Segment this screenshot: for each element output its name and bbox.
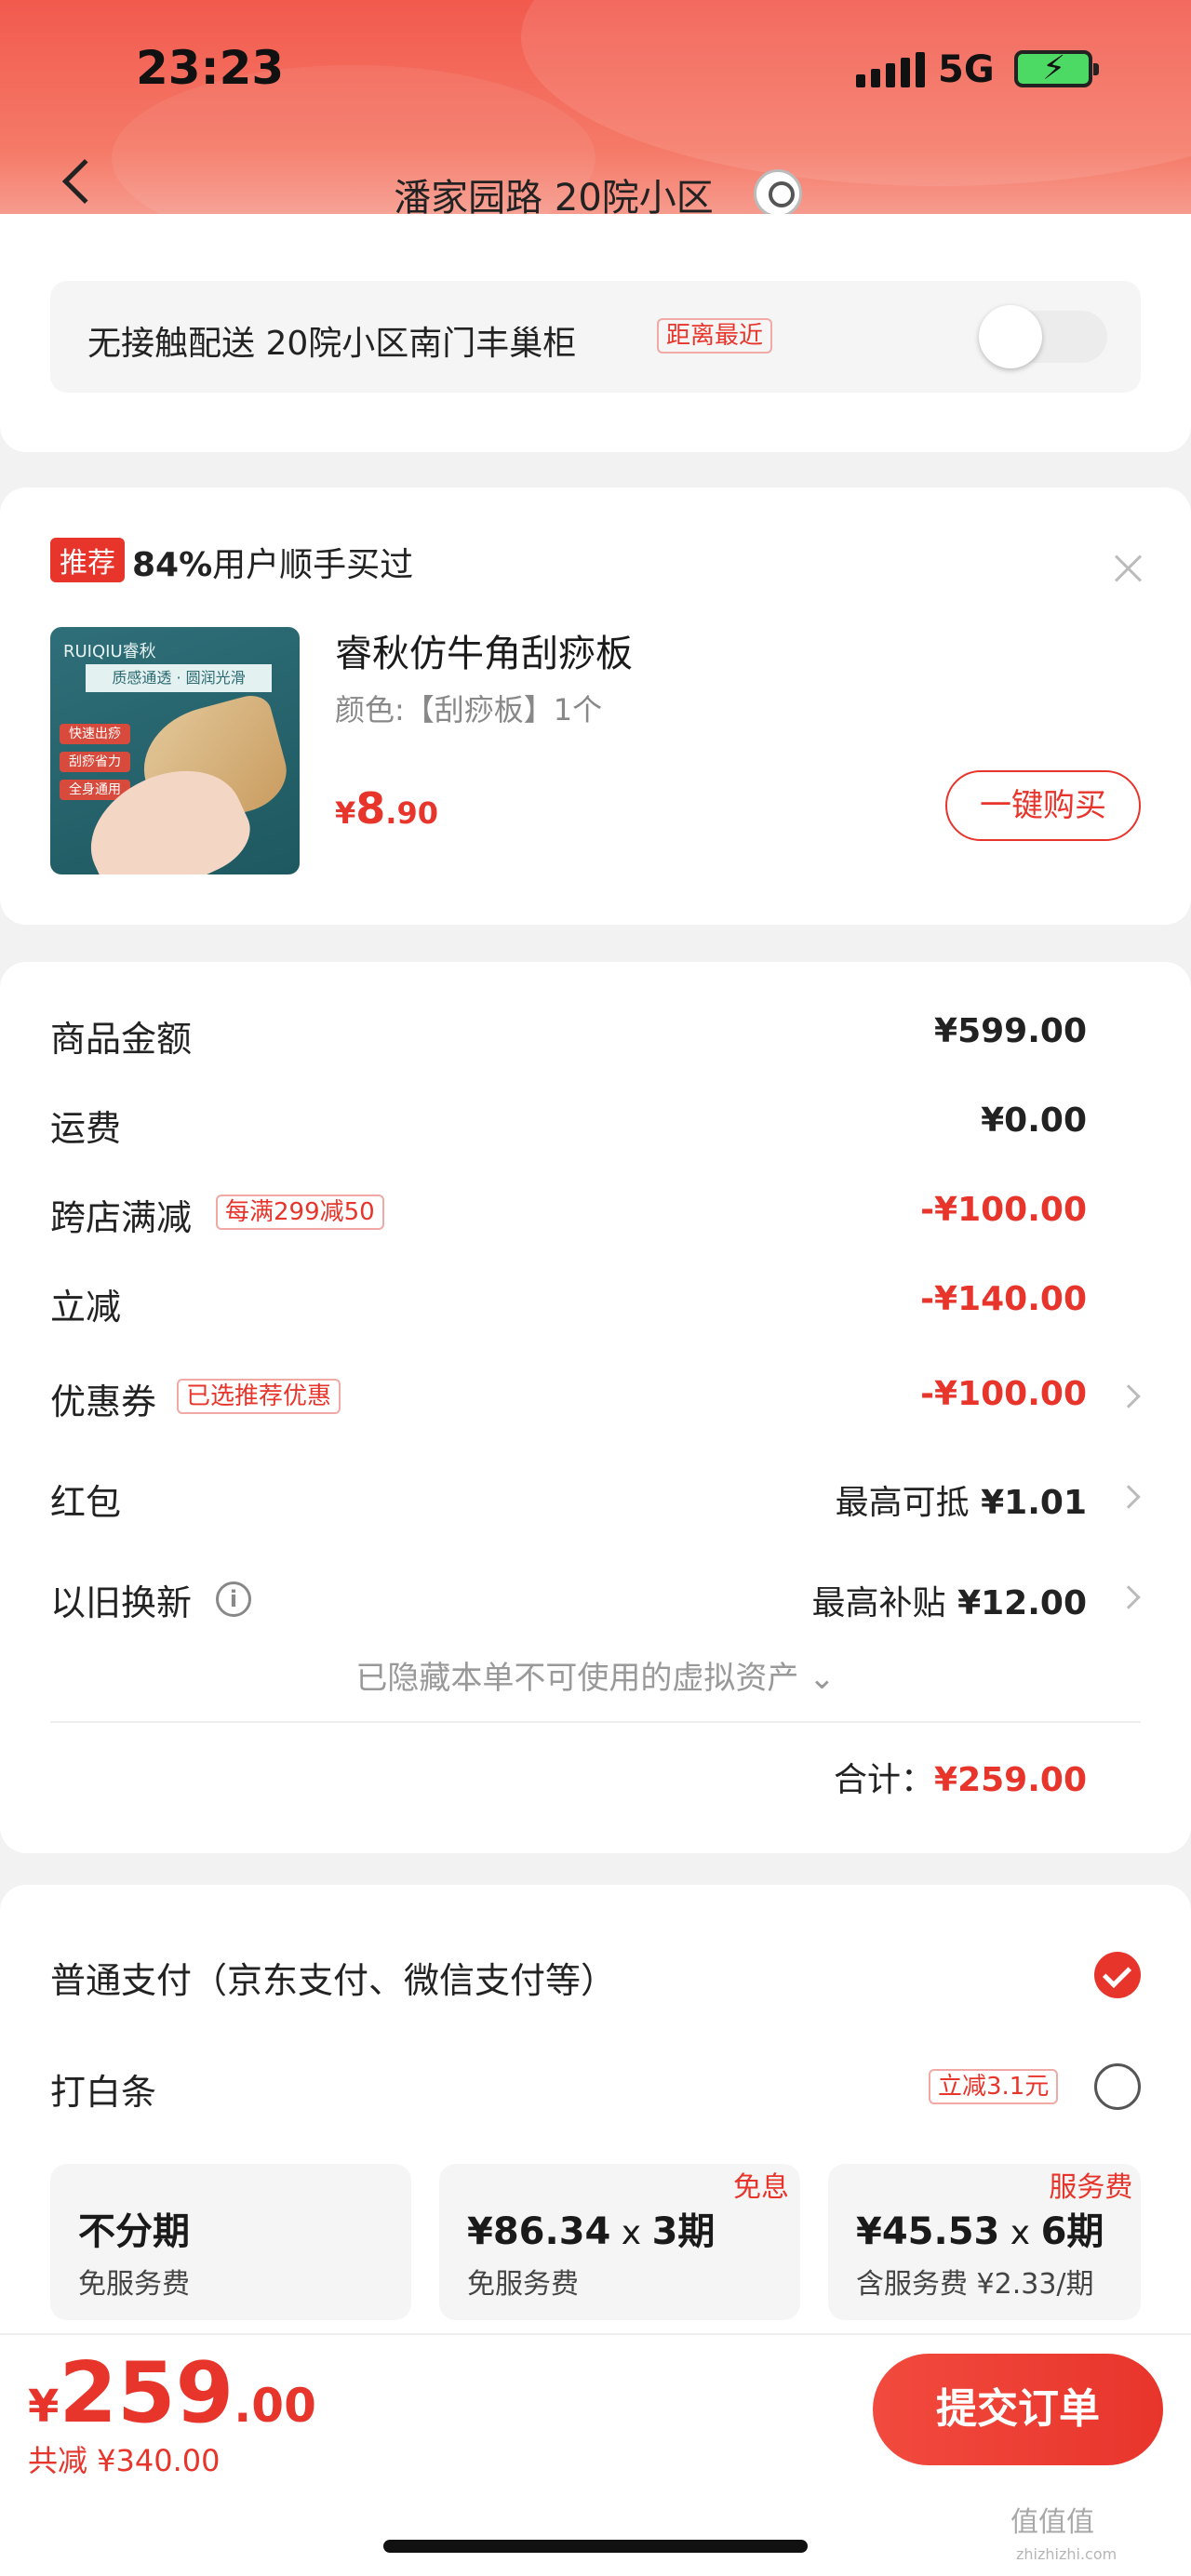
image-pill: 快速出痧 <box>60 724 130 744</box>
plan-sub: 免服务费 <box>467 2268 579 2301</box>
normal-payment-option[interactable]: 普通支付（京东支付、微信支付等） <box>50 1952 616 2003</box>
cross-store-discount-value: -¥100.00 <box>920 1191 1087 1229</box>
trade-in-prefix: 最高补贴 <box>811 1584 946 1622</box>
trade-in-label[interactable]: 以旧换新 <box>50 1574 192 1625</box>
recommend-percent: 84% <box>132 546 213 584</box>
shipping-value: ¥0.00 <box>981 1101 1087 1140</box>
delivery-toggle-knob[interactable] <box>979 305 1042 368</box>
instant-discount-label: 立减 <box>50 1287 122 1328</box>
home-indicator[interactable] <box>383 2540 808 2553</box>
watermark-url: zhizhizhi.com <box>1016 2545 1117 2563</box>
location-icon[interactable] <box>754 169 802 218</box>
total-value: ¥259.00 <box>934 1761 1087 1799</box>
plan-title: ¥45.53 x 6期 <box>856 2201 1104 2255</box>
one-click-buy-button[interactable]: 一键购买 <box>945 770 1141 841</box>
battery-icon: ⚡ <box>1014 50 1099 87</box>
close-icon[interactable] <box>1113 553 1143 582</box>
red-packet-value[interactable]: 最高可抵 ¥1.01 <box>836 1475 1087 1524</box>
total-line: 合计：¥259.00 <box>834 1753 1087 1801</box>
red-packet-prefix: 最高可抵 <box>835 1484 970 1522</box>
plan-title: ¥86.34 x 3期 <box>467 2201 715 2255</box>
total-saved: 共减 ¥340.00 <box>28 2443 221 2478</box>
instant-discount-value: -¥140.00 <box>920 1280 1087 1318</box>
installment-plan-none[interactable]: 不分期 免服务费 <box>50 2164 411 2320</box>
plan-sub: 含服务费 ¥2.33/期 <box>856 2268 1094 2301</box>
delivery-text: 无接触配送 20院小区南门丰巢柜 <box>87 325 577 363</box>
product-image[interactable]: RUIQIU睿秋 质感通透 · 圆润光滑 快速出痧 刮痧省力 全身通用 <box>50 627 300 874</box>
plan-title: 不分期 <box>78 2210 190 2253</box>
watermark: 值值值 <box>1010 2506 1094 2539</box>
coupon-value[interactable]: -¥100.00 <box>920 1375 1087 1413</box>
plan-periods: 6期 <box>1040 2210 1104 2253</box>
trade-in-value[interactable]: 最高补贴 ¥12.00 <box>812 1576 1087 1624</box>
image-pill: 刮痧省力 <box>60 752 130 772</box>
recommend-desc: 用户顺手买过 <box>212 546 414 584</box>
image-brand: RUIQIU睿秋 <box>63 642 156 661</box>
price-int: 8 <box>355 783 386 834</box>
installment-plan-6[interactable]: 服务费 9 ¥45.53 x 6期 含服务费 ¥2.33/期 <box>828 2164 1141 2320</box>
cross-store-discount-tag: 每满299减50 <box>216 1195 384 1230</box>
baitiao-payment-option[interactable]: 打白条 <box>50 2063 156 2115</box>
submit-order-button[interactable]: 提交订单 <box>873 2354 1163 2465</box>
red-packet-label[interactable]: 红包 <box>50 1474 121 1525</box>
goods-amount-value: ¥599.00 <box>934 1012 1087 1050</box>
radio-unchecked-icon[interactable] <box>1094 2063 1141 2110</box>
recommend-text: 84%用户顺手买过 <box>132 538 413 586</box>
red-packet-amount: ¥1.01 <box>981 1484 1087 1522</box>
service-fee-badge: 服务费 9 <box>1049 2171 1141 2204</box>
network-type: 5G <box>938 48 995 91</box>
total-label: 合计： <box>834 1761 935 1799</box>
signal-icon <box>856 52 925 87</box>
price-dec: .90 <box>385 795 438 831</box>
interest-free-badge: 免息 <box>733 2171 789 2204</box>
plan-periods: 3期 <box>651 2210 716 2253</box>
product-spec: 颜色:【刮痧板】1个 <box>335 692 603 727</box>
product-name[interactable]: 睿秋仿牛角刮痧板 <box>335 623 633 677</box>
status-time: 23:23 <box>136 41 285 95</box>
plan-amount: ¥45.53 <box>856 2210 1000 2253</box>
checked-icon[interactable] <box>1094 1952 1141 1998</box>
cross-store-discount-label: 跨店满减 <box>50 1197 193 1238</box>
shipping-label: 运费 <box>50 1108 122 1149</box>
baitiao-discount-tag: 立减3.1元 <box>929 2069 1059 2104</box>
bottom-total-price: ¥259.00 <box>28 2344 316 2442</box>
recommend-badge: 推荐 <box>50 538 125 582</box>
bottom-price-int: 259 <box>59 2344 234 2442</box>
goods-amount-label: 商品金额 <box>50 1019 193 1060</box>
plan-x: x <box>610 2214 652 2252</box>
image-banner: 质感通透 · 圆润光滑 <box>86 664 272 692</box>
plan-sub: 免服务费 <box>78 2268 190 2301</box>
product-price: ¥8.90 <box>335 783 438 834</box>
hidden-assets-toggle[interactable]: 已隐藏本单不可使用的虚拟资产 ⌄ <box>0 1652 1191 1698</box>
trade-in-amount: ¥12.00 <box>957 1584 1087 1622</box>
price-symbol: ¥ <box>335 795 356 831</box>
info-icon[interactable]: i <box>216 1582 251 1617</box>
installment-plan-3[interactable]: 免息 ¥86.34 x 3期 免服务费 <box>439 2164 800 2320</box>
bottom-price-dec: .00 <box>234 2379 316 2433</box>
bottom-price-symbol: ¥ <box>28 2381 60 2433</box>
coupon-label[interactable]: 优惠券 <box>50 1373 156 1424</box>
plan-x: x <box>999 2214 1041 2252</box>
coupon-tag: 已选推荐优惠 <box>177 1379 341 1414</box>
nearest-tag: 距离最近 <box>657 318 773 354</box>
plan-amount: ¥86.34 <box>467 2210 611 2253</box>
summary-divider <box>50 1721 1141 1723</box>
